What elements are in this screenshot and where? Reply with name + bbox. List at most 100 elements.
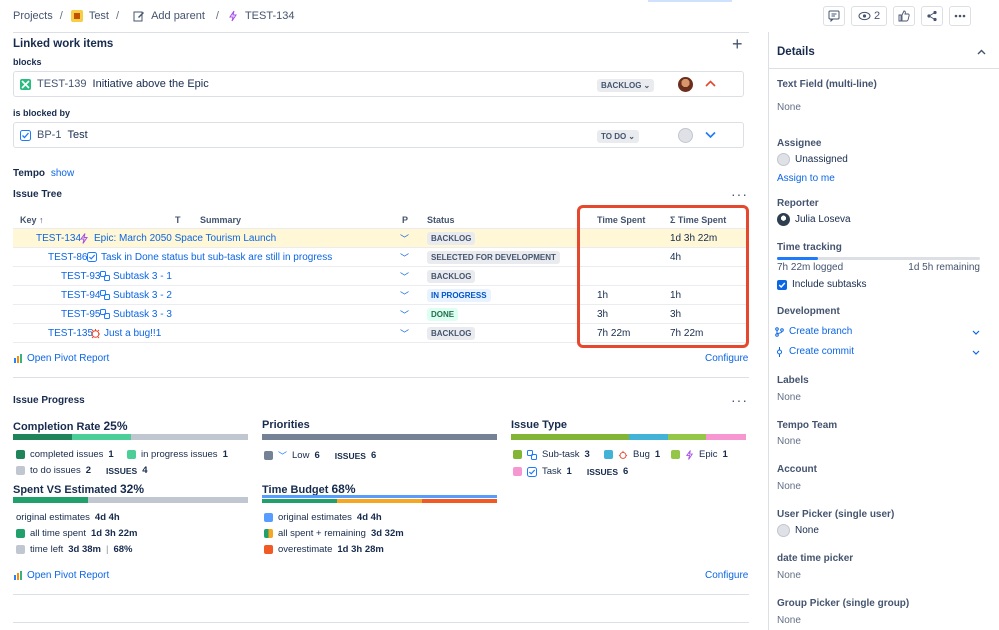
chevron-down-icon[interactable] (972, 330, 980, 335)
add-link-button[interactable]: + (732, 35, 743, 53)
issue-key[interactable]: TEST-94 (61, 286, 100, 304)
divider (13, 594, 749, 595)
configure-link[interactable]: Configure (705, 353, 748, 364)
linked-issue-key[interactable]: BP-1 (37, 129, 61, 141)
assign-to-me-link[interactable]: Assign to me (777, 173, 835, 184)
status-text: TO DO (601, 132, 627, 141)
breadcrumb: Projects / Test / Add parent / TEST-134 (13, 9, 294, 23)
chevron-down-icon: ⌄ (628, 132, 635, 141)
status-badge[interactable]: BACKLOG (427, 324, 476, 342)
create-branch-link[interactable]: Create branch (775, 326, 852, 337)
issue-tree-more-button[interactable]: ··· (731, 186, 748, 202)
include-subtasks-checkbox[interactable]: Include subtasks (777, 279, 867, 290)
legend-subtask: Sub-task 3 (513, 449, 590, 460)
status-badge[interactable]: BACKLOG ⌄ (597, 79, 655, 92)
initiative-icon (20, 78, 31, 90)
feedback-button[interactable] (823, 6, 845, 26)
status-badge[interactable]: BACKLOG (427, 267, 476, 285)
issue-progress-title: Issue Progress (13, 395, 85, 406)
open-pivot-report-link[interactable]: Open Pivot Report (14, 570, 109, 581)
linked-issue-key[interactable]: TEST-139 (37, 78, 87, 90)
priority-low-icon: ﹀ (400, 328, 410, 339)
time-tracking-bar (777, 257, 980, 260)
issue-tree-title: Issue Tree (13, 189, 62, 200)
highlight-annotation-box (577, 205, 749, 348)
time-logged: 7h 22m logged (777, 262, 844, 273)
user-picker-field[interactable]: None (777, 524, 819, 537)
spent-pct: 32% (119, 482, 145, 496)
like-button[interactable] (893, 6, 915, 26)
col-key[interactable]: Key ↑ (20, 211, 44, 229)
checkbox-checked-icon (777, 279, 787, 290)
configure-link[interactable]: Configure (705, 570, 748, 581)
date-time-picker-value[interactable]: None (777, 570, 801, 581)
time-budget-bar (262, 495, 497, 504)
col-summary[interactable]: Summary (200, 211, 241, 229)
edit-icon (132, 9, 146, 23)
legend-bug: Bug 1 (604, 449, 660, 460)
priority-low-icon: ﹀ (400, 309, 410, 320)
divider (13, 377, 749, 378)
col-priority[interactable]: P (402, 211, 408, 229)
chevron-up-icon[interactable] (977, 49, 986, 55)
legend-time-left: time left 3d 38m | 68% (16, 544, 133, 555)
breadcrumb-project-test[interactable]: Test (89, 10, 109, 22)
status-badge[interactable]: TO DO ⌄ (597, 130, 639, 143)
linked-issue-summary[interactable]: Test (67, 129, 87, 141)
tempo-team-value[interactable]: None (777, 436, 801, 447)
watch-count: 2 (873, 10, 881, 22)
tempo-show-link[interactable]: show (51, 168, 74, 179)
issue-progress-more-button[interactable]: ··· (731, 392, 748, 408)
issue-summary[interactable]: Subtask 3 - 2 (113, 286, 172, 304)
linked-item-row[interactable]: TEST-139 Initiative above the Epic BACKL… (13, 71, 744, 97)
priority-high-icon (705, 80, 716, 87)
reporter-field[interactable]: Julia Loseva (777, 213, 851, 226)
issue-summary[interactable]: Epic: March 2050 Space Tourism Launch (94, 229, 276, 247)
share-button[interactable] (921, 6, 943, 26)
legend-task: Task 1 ISSUES 6 (513, 466, 628, 477)
time-remaining: 1d 5h remaining (908, 262, 980, 273)
open-pivot-report-link[interactable]: Open Pivot Report (14, 353, 109, 364)
issue-type-title: Issue Type (511, 419, 568, 431)
issue-key[interactable]: TEST-134 (36, 229, 81, 247)
issue-summary[interactable]: Just a bug!!1 (104, 324, 161, 342)
subtask-segment (511, 434, 629, 440)
linked-issue-summary[interactable]: Initiative above the Epic (93, 78, 209, 90)
col-status[interactable]: Status (427, 211, 455, 229)
labels-value[interactable]: None (777, 392, 801, 403)
issue-key[interactable]: TEST-93 (61, 267, 100, 285)
status-badge[interactable]: BACKLOG (427, 229, 476, 247)
issue-summary[interactable]: Subtask 3 - 3 (113, 305, 172, 323)
labels-label: Labels (777, 375, 809, 386)
status-badge[interactable]: DONE (427, 305, 459, 323)
linked-item-row[interactable]: BP-1 Test TO DO ⌄ (13, 122, 744, 148)
subtask-icon (527, 449, 537, 460)
assignee-field[interactable]: Unassigned (777, 153, 848, 166)
todo-segment (130, 434, 248, 440)
account-value[interactable]: None (777, 481, 801, 492)
divider (13, 622, 749, 623)
issue-summary[interactable]: Subtask 3 - 1 (113, 267, 172, 285)
breadcrumb-current-issue[interactable]: TEST-134 (245, 10, 295, 22)
group-picker-value[interactable]: None (777, 615, 801, 626)
more-actions-button[interactable] (949, 6, 971, 26)
status-badge[interactable]: SELECTED FOR DEVELOPMENT (427, 248, 560, 266)
subtask-icon (100, 305, 110, 323)
issue-summary[interactable]: Task in Done status but sub-task are sti… (101, 248, 332, 266)
completion-rate-bar (13, 434, 248, 440)
issue-key[interactable]: TEST-86 (48, 248, 87, 266)
status-badge[interactable]: IN PROGRESS (427, 286, 491, 304)
user-picker-label: User Picker (single user) (777, 509, 895, 520)
text-field-label: Text Field (multi-line) (777, 79, 877, 90)
chevron-down-icon[interactable] (972, 350, 980, 355)
issue-key[interactable]: TEST-135 (48, 324, 93, 342)
issue-key[interactable]: TEST-95 (61, 305, 100, 323)
legend-all-time-spent: all time spent 1d 3h 22m (16, 528, 137, 539)
col-type[interactable]: T (175, 211, 181, 229)
create-commit-link[interactable]: Create commit (775, 346, 854, 357)
legend-low: ﹀ Low 6 ISSUES 6 (264, 449, 376, 462)
breadcrumb-projects[interactable]: Projects (13, 10, 53, 22)
add-parent-button[interactable]: Add parent (151, 10, 205, 22)
text-field-value[interactable]: None (777, 102, 801, 113)
watch-button[interactable]: 2 (851, 6, 887, 26)
